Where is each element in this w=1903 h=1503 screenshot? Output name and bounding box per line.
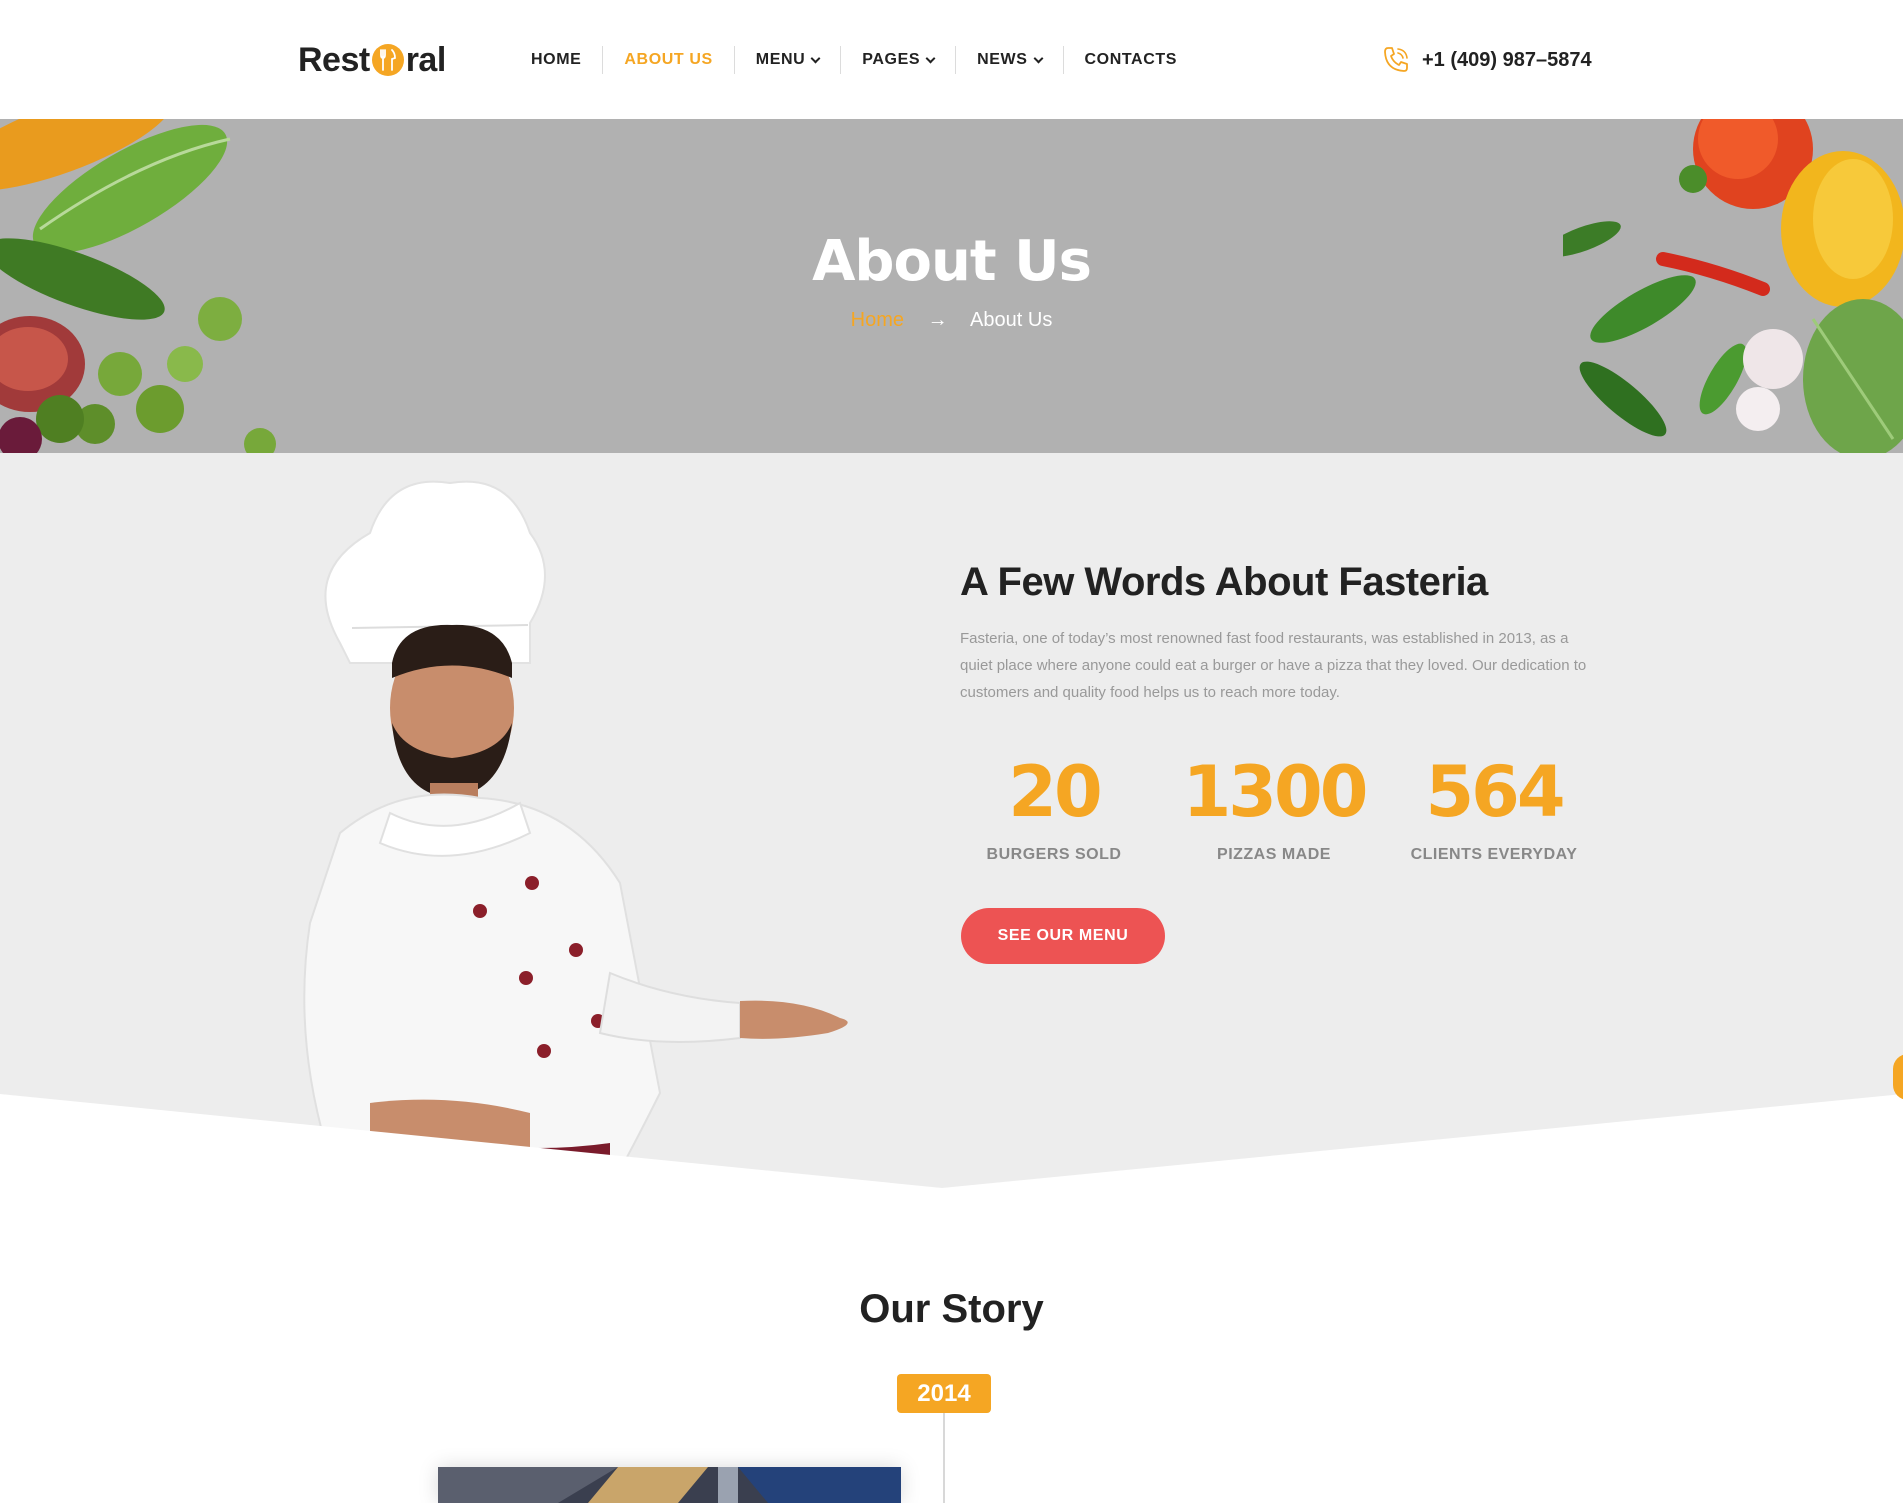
breadcrumb-home-link[interactable]: Home <box>851 309 904 331</box>
site-header: Rest ral HOME ABOUT US MENU PAGES NEWS C… <box>0 0 1903 119</box>
side-scroll-indicator[interactable] <box>1893 1054 1903 1100</box>
story-kitchen-image <box>438 1467 901 1503</box>
kitchen-photo <box>438 1467 901 1503</box>
nav-label: CONTACTS <box>1084 51 1178 68</box>
page-hero: About Us Home → About Us <box>0 119 1903 453</box>
timeline-line <box>943 1413 945 1503</box>
chef-image <box>303 480 848 1188</box>
about-description: Fasteria, one of today’s most renowned f… <box>960 630 1587 701</box>
nav-item-pages[interactable]: PAGES <box>841 47 955 73</box>
logo[interactable]: Rest ral <box>298 38 446 82</box>
story-title: Our Story <box>859 1287 1044 1331</box>
phone-number[interactable]: +1 (409) 987–5874 <box>1422 49 1592 72</box>
stat-burgers-sold: 20 BURGERS SOLD <box>939 752 1169 864</box>
arrow-right-icon: → <box>927 309 948 331</box>
nav-item-about-us[interactable]: ABOUT US <box>603 47 733 73</box>
nav-item-news[interactable]: NEWS <box>956 47 1062 73</box>
stat-label: CLIENTS EVERYDAY <box>1410 846 1578 863</box>
logo-text-right: ral <box>405 40 447 79</box>
logo-text-left: Rest <box>298 40 370 79</box>
main-nav: HOME ABOUT US MENU PAGES NEWS CONTACTS <box>510 42 1198 78</box>
nav-label: NEWS <box>977 51 1028 68</box>
section-divider-shape <box>0 1094 1903 1200</box>
chevron-down-icon <box>925 53 936 63</box>
stat-value: 564 <box>1425 751 1565 833</box>
chevron-down-icon <box>1033 53 1043 63</box>
stat-pizzas-made: 1300 PIZZAS MADE <box>1159 752 1389 864</box>
nav-label: ABOUT US <box>624 51 713 68</box>
nav-item-home[interactable]: HOME <box>510 47 602 73</box>
phone-icon <box>1384 47 1408 72</box>
stat-label: PIZZAS MADE <box>1217 846 1331 863</box>
stat-value: 20 <box>1008 751 1102 833</box>
about-section: A Few Words About Fasteria Fasteria, one… <box>0 453 1903 1188</box>
stat-label: BURGERS SOLD <box>986 846 1122 863</box>
page-title: About Us <box>812 229 1092 294</box>
stat-clients-everyday: 564 CLIENTS EVERYDAY <box>1379 752 1609 864</box>
about-heading: A Few Words About Fasteria <box>960 560 1488 604</box>
breadcrumb-current: About Us <box>970 309 1053 331</box>
logo-cutlery-icon <box>371 44 404 76</box>
nav-item-menu[interactable]: MENU <box>735 47 841 73</box>
nav-label: MENU <box>755 51 806 68</box>
stat-value: 1300 <box>1182 751 1369 833</box>
nav-item-contacts[interactable]: CONTACTS <box>1064 47 1199 73</box>
chevron-down-icon <box>810 53 821 63</box>
header-phone[interactable]: +1 (409) 987–5874 <box>1380 44 1592 76</box>
nav-label: PAGES <box>862 51 921 68</box>
timeline-year-badge: 2014 <box>897 1374 991 1413</box>
see-our-menu-button[interactable]: SEE OUR MENU <box>961 908 1165 964</box>
breadcrumb: Home → About Us <box>0 309 1903 332</box>
nav-label: HOME <box>531 51 582 68</box>
